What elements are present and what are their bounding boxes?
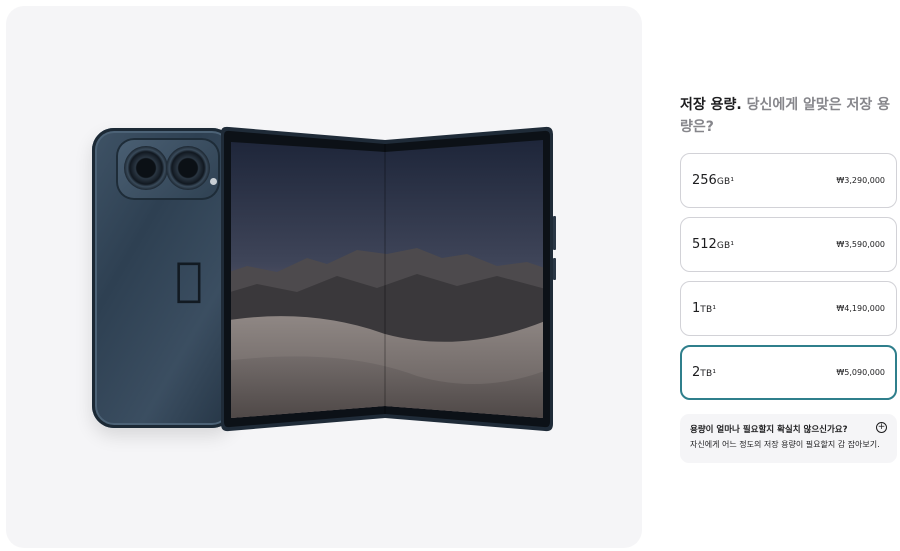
storage-heading: 저장 용량. 당신에게 알맞은 저장 용량은? (680, 94, 890, 138)
capacity-unit: TB¹ (700, 369, 717, 379)
phone-fold-image (217, 126, 557, 432)
capacity-unit: GB¹ (716, 241, 735, 251)
camera-flash (210, 178, 217, 185)
plus-circle-icon[interactable]: + (876, 422, 887, 433)
storage-option-256gb[interactable]: 256GB¹ ₩3,290,000 (680, 153, 897, 208)
storage-help-title: 용량이 얼마나 필요할지 확실치 않으신가요? (690, 425, 848, 435)
storage-option-capacity: 512GB¹ (692, 237, 734, 252)
capacity-unit: GB¹ (716, 177, 735, 187)
storage-option-price: ₩4,190,000 (836, 304, 885, 313)
storage-option-512gb[interactable]: 512GB¹ ₩3,590,000 (680, 217, 897, 272)
storage-option-2tb[interactable]: 2TB¹ ₩5,090,000 (680, 345, 897, 400)
capacity-unit: TB¹ (700, 305, 717, 315)
storage-option-1tb[interactable]: 1TB¹ ₩4,190,000 (680, 281, 897, 336)
storage-help-card[interactable]: 용량이 얼마나 필요할지 확실치 않으신가요? 자신에게 어느 정도의 저장 용… (680, 414, 897, 463)
capacity-value: 512 (692, 237, 717, 252)
camera-lens (124, 146, 168, 190)
storage-help-description: 자신에게 어느 정도의 저장 용량이 필요할지 감 잡아보기. (690, 440, 880, 449)
storage-option-price: ₩3,290,000 (836, 176, 885, 185)
storage-option-price: ₩3,590,000 (836, 240, 885, 249)
page:  (0, 0, 900, 551)
storage-option-capacity: 1TB¹ (692, 301, 716, 316)
storage-heading-bold: 저장 용량. (680, 97, 742, 113)
storage-option-price: ₩5,090,000 (836, 368, 885, 377)
storage-option-capacity: 256GB¹ (692, 173, 734, 188)
apple-logo-icon:  (175, 256, 203, 302)
capacity-value: 256 (692, 173, 717, 188)
camera-lens (166, 146, 210, 190)
storage-option-capacity: 2TB¹ (692, 365, 716, 380)
